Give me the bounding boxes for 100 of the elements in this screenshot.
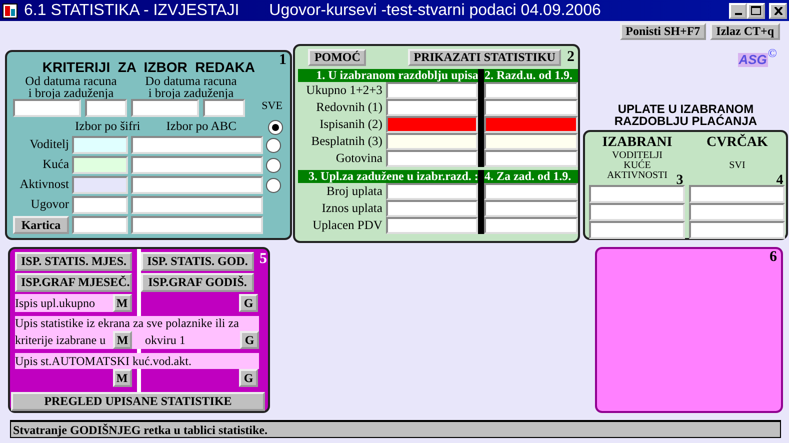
- row-label: Voditelj: [28, 138, 69, 152]
- month-button[interactable]: M: [112, 369, 132, 387]
- month-button[interactable]: M: [113, 331, 132, 349]
- minimize-button[interactable]: [729, 2, 747, 18]
- section-heading: 3. Upl.za zadužene u izabr.razd. :: [298, 170, 478, 183]
- maximize-icon: [751, 6, 761, 15]
- show-statistics-button[interactable]: PRIKAZATI STATISTIKU: [408, 49, 562, 66]
- action-label: okviru 1: [144, 332, 186, 349]
- value-field[interactable]: [386, 183, 478, 200]
- value-field[interactable]: [386, 150, 478, 167]
- value-field[interactable]: [484, 183, 578, 200]
- print-button[interactable]: ISP. STATIS. MJES.: [15, 252, 132, 271]
- code-field[interactable]: [72, 196, 128, 214]
- window-subtitle: Ugovor-kursevi -test-stvarni podaci 04.09.2006: [269, 2, 601, 20]
- row-label: Besplatnih (3): [310, 133, 384, 150]
- radio-button[interactable]: [268, 120, 284, 134]
- section-heading: 1. U izabranom razdoblju upisa: [298, 69, 478, 82]
- action-label: Ispis upl.ukupno: [15, 295, 96, 312]
- value-field[interactable]: [589, 185, 686, 204]
- date-label: Od datuma racuna i broja zaduženja: [24, 75, 118, 99]
- date-field[interactable]: [131, 99, 199, 117]
- abc-field[interactable]: [131, 216, 263, 234]
- row-label: Redovnih (1): [315, 99, 384, 116]
- copyright-mark: ©: [768, 48, 777, 62]
- panel-number: 6: [770, 250, 777, 265]
- value-field[interactable]: [484, 150, 578, 167]
- value-field[interactable]: [386, 133, 478, 150]
- panel-number: 5: [260, 252, 267, 267]
- code-field[interactable]: [72, 136, 128, 154]
- value-field[interactable]: [484, 82, 578, 99]
- row-label: Gotovina: [334, 150, 384, 167]
- number-field[interactable]: [85, 99, 127, 117]
- value-field[interactable]: [484, 200, 578, 217]
- action-label: Upis statistike iz ekrana za sve polaznike ili za: [15, 316, 240, 331]
- value-field[interactable]: [689, 185, 786, 204]
- print-button[interactable]: ISP. STATIS. GOD.: [141, 252, 254, 271]
- close-button[interactable]: [769, 2, 787, 18]
- logo: ASG: [738, 53, 768, 68]
- value-field[interactable]: [484, 116, 578, 133]
- abc-field[interactable]: [131, 136, 263, 154]
- help-button[interactable]: POMOĆ: [308, 49, 366, 66]
- date-label: Do datuma racuna i broja zaduženja: [144, 75, 238, 99]
- panel-number: 2: [566, 50, 574, 65]
- abc-field[interactable]: [131, 156, 263, 174]
- maximize-button[interactable]: [747, 2, 765, 18]
- panel-title: KRITERIJI ZA IZBOR REDAKA: [41, 59, 256, 75]
- code-field[interactable]: [72, 156, 128, 174]
- column-title: CVRČAK: [705, 135, 769, 151]
- column-title: IZABRANI: [601, 135, 674, 151]
- action-label: kriterije izabrane u: [15, 332, 107, 349]
- value-field[interactable]: [484, 133, 578, 150]
- row-label: Aktivnost: [18, 178, 69, 192]
- panel-number: 1: [278, 53, 286, 68]
- status-bar: Stvatranje GODIŠNJEG retka u tablici statistike.: [10, 420, 781, 438]
- close-icon: [774, 6, 782, 14]
- code-field[interactable]: [72, 176, 128, 194]
- row-label: Kuća: [42, 158, 69, 172]
- column-header: Izbor po šifri: [75, 120, 140, 134]
- value-field[interactable]: [689, 221, 786, 240]
- value-field[interactable]: [386, 116, 478, 133]
- row-label: Ugovor: [30, 198, 69, 212]
- overview-button[interactable]: PREGLED UPISANE STATISTIKE: [11, 392, 265, 411]
- column-subtitle: VODITELJI KUĆE AKTIVNOSTI: [606, 150, 668, 181]
- value-field[interactable]: [386, 200, 478, 217]
- panel-number: 4: [776, 174, 784, 188]
- value-field[interactable]: [589, 203, 686, 222]
- card-button[interactable]: Kartica: [13, 216, 69, 234]
- print-button[interactable]: ISP.GRAF GODIŠ.: [141, 273, 254, 292]
- column-header: Izbor po ABC: [166, 120, 236, 134]
- value-field[interactable]: [589, 221, 686, 240]
- value-field[interactable]: [386, 82, 478, 99]
- value-field[interactable]: [386, 99, 478, 116]
- window-title: 6.1 STATISTIKA - IZVJESTAJI: [24, 2, 240, 20]
- row-label: Ispisanih (2): [318, 116, 384, 133]
- radio-button[interactable]: [266, 158, 281, 172]
- year-button[interactable]: G: [239, 294, 258, 312]
- abc-field[interactable]: [131, 176, 263, 194]
- value-field[interactable]: [689, 203, 786, 222]
- action-label: Upis st.AUTOMATSKI kuć.vod.akt.: [15, 353, 192, 369]
- minimize-icon: [734, 12, 742, 14]
- radio-button[interactable]: [266, 138, 281, 152]
- abc-field[interactable]: [131, 196, 263, 214]
- toolbar-button[interactable]: Izlaz CT+q: [710, 23, 780, 40]
- year-button[interactable]: G: [240, 331, 259, 349]
- row-label: Uplacen PDV: [312, 217, 384, 234]
- month-button[interactable]: M: [112, 294, 132, 312]
- radio-button[interactable]: [266, 178, 281, 192]
- section-heading: 2. Razd.u. od 1.9.: [484, 69, 578, 82]
- value-field[interactable]: [484, 217, 578, 234]
- number-field[interactable]: [203, 99, 245, 117]
- value-field[interactable]: [386, 217, 478, 234]
- value-field[interactable]: [484, 99, 578, 116]
- row-label: Broj uplata: [326, 183, 384, 200]
- date-field[interactable]: [13, 99, 81, 117]
- app-icon: [2, 2, 18, 18]
- code-field[interactable]: [72, 216, 128, 234]
- toolbar-button[interactable]: Ponisti SH+F7: [620, 23, 706, 40]
- print-button[interactable]: ISP.GRAF MJESEČ.: [15, 273, 132, 292]
- column-subtitle: SVI: [729, 160, 746, 171]
- year-button[interactable]: G: [239, 369, 258, 387]
